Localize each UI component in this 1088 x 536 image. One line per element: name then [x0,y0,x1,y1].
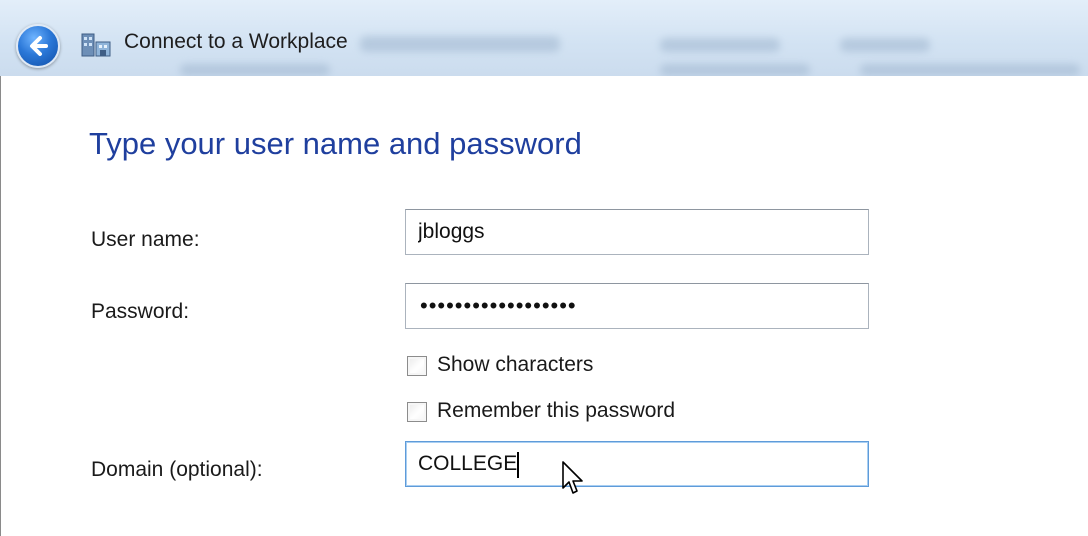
domain-value: COLLEGE [418,452,518,475]
page-heading: Type your user name and password [89,126,582,161]
mouse-pointer-icon [562,461,583,494]
domain-label: Domain (optional): [91,458,263,481]
back-button[interactable] [16,24,60,68]
domain-field[interactable]: COLLEGE [405,441,869,487]
window-title: Connect to a Workplace [124,30,348,53]
username-field[interactable] [405,209,869,255]
network-workplace-icon [81,33,111,57]
password-label: Password: [91,300,190,323]
show-characters-label[interactable]: Show characters [437,353,593,377]
background-blur [360,36,560,52]
remember-password-checkbox[interactable] [407,402,427,422]
password-mask: •••••••••••••••••• [420,293,577,318]
password-field[interactable]: •••••••••••••••••• [405,283,869,329]
title-bar: Connect to a Workplace [0,0,1088,76]
background-blur [860,64,1080,76]
show-characters-checkbox[interactable] [407,356,427,376]
username-label: User name: [91,228,200,251]
background-blur [180,64,330,76]
text-caret [517,452,519,478]
back-arrow-icon [30,36,48,56]
background-blur [660,64,810,76]
remember-password-label[interactable]: Remember this password [437,399,675,423]
wizard-content: Type your user name and password User na… [0,76,1088,536]
background-blur [840,38,930,52]
background-blur [660,38,780,52]
